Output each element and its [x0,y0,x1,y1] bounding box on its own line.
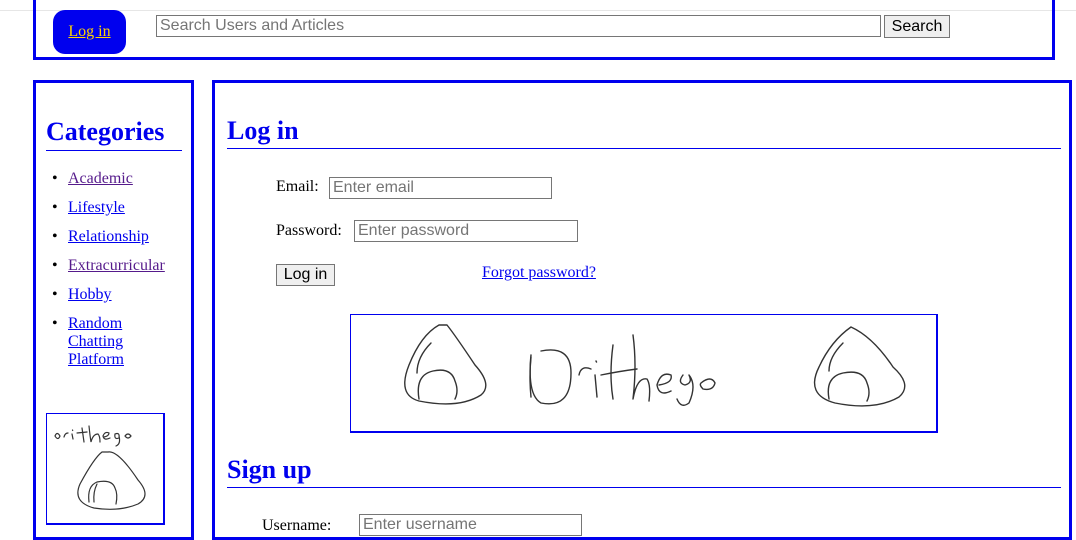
login-title: Log in [227,116,1061,149]
category-link-academic[interactable]: Academic [68,170,133,187]
category-link-lifestyle[interactable]: Lifestyle [68,199,125,216]
category-item: Extracurricular [48,257,188,275]
header-login-link[interactable]: Log in [68,23,110,41]
signature-drawing-icon [404,324,906,407]
password-field[interactable] [354,220,578,242]
forgot-password-link[interactable]: Forgot password? [482,264,596,282]
search-input[interactable] [156,15,881,37]
signature-drawing-icon [54,425,146,510]
username-label: Username: [262,517,332,534]
category-item: Relationship [48,228,188,246]
username-field[interactable] [359,514,582,536]
sidebar-signature-image [46,413,165,525]
signup-title: Sign up [227,455,1061,488]
email-label: Email: [276,178,319,195]
header-login-button[interactable]: Log in [53,10,126,54]
login-signature-image [350,314,938,433]
email-field[interactable] [329,177,552,199]
category-link-relationship[interactable]: Relationship [68,228,149,245]
category-link-random-chatting-platform[interactable]: Random Chatting Platform [68,315,124,368]
category-item: Lifestyle [48,199,188,217]
search-button[interactable]: Search [884,15,950,38]
category-item: Academic [48,170,188,188]
category-item: Random Chatting Platform [48,315,158,369]
category-item: Hobby [48,286,188,304]
category-link-hobby[interactable]: Hobby [68,286,112,303]
categories-title: Categories [46,116,182,151]
login-submit-button[interactable]: Log in [276,264,335,286]
category-link-extracurricular[interactable]: Extracurricular [68,257,165,274]
password-label: Password: [276,222,342,239]
category-list: Academic Lifestyle Relationship Extracur… [48,170,188,369]
